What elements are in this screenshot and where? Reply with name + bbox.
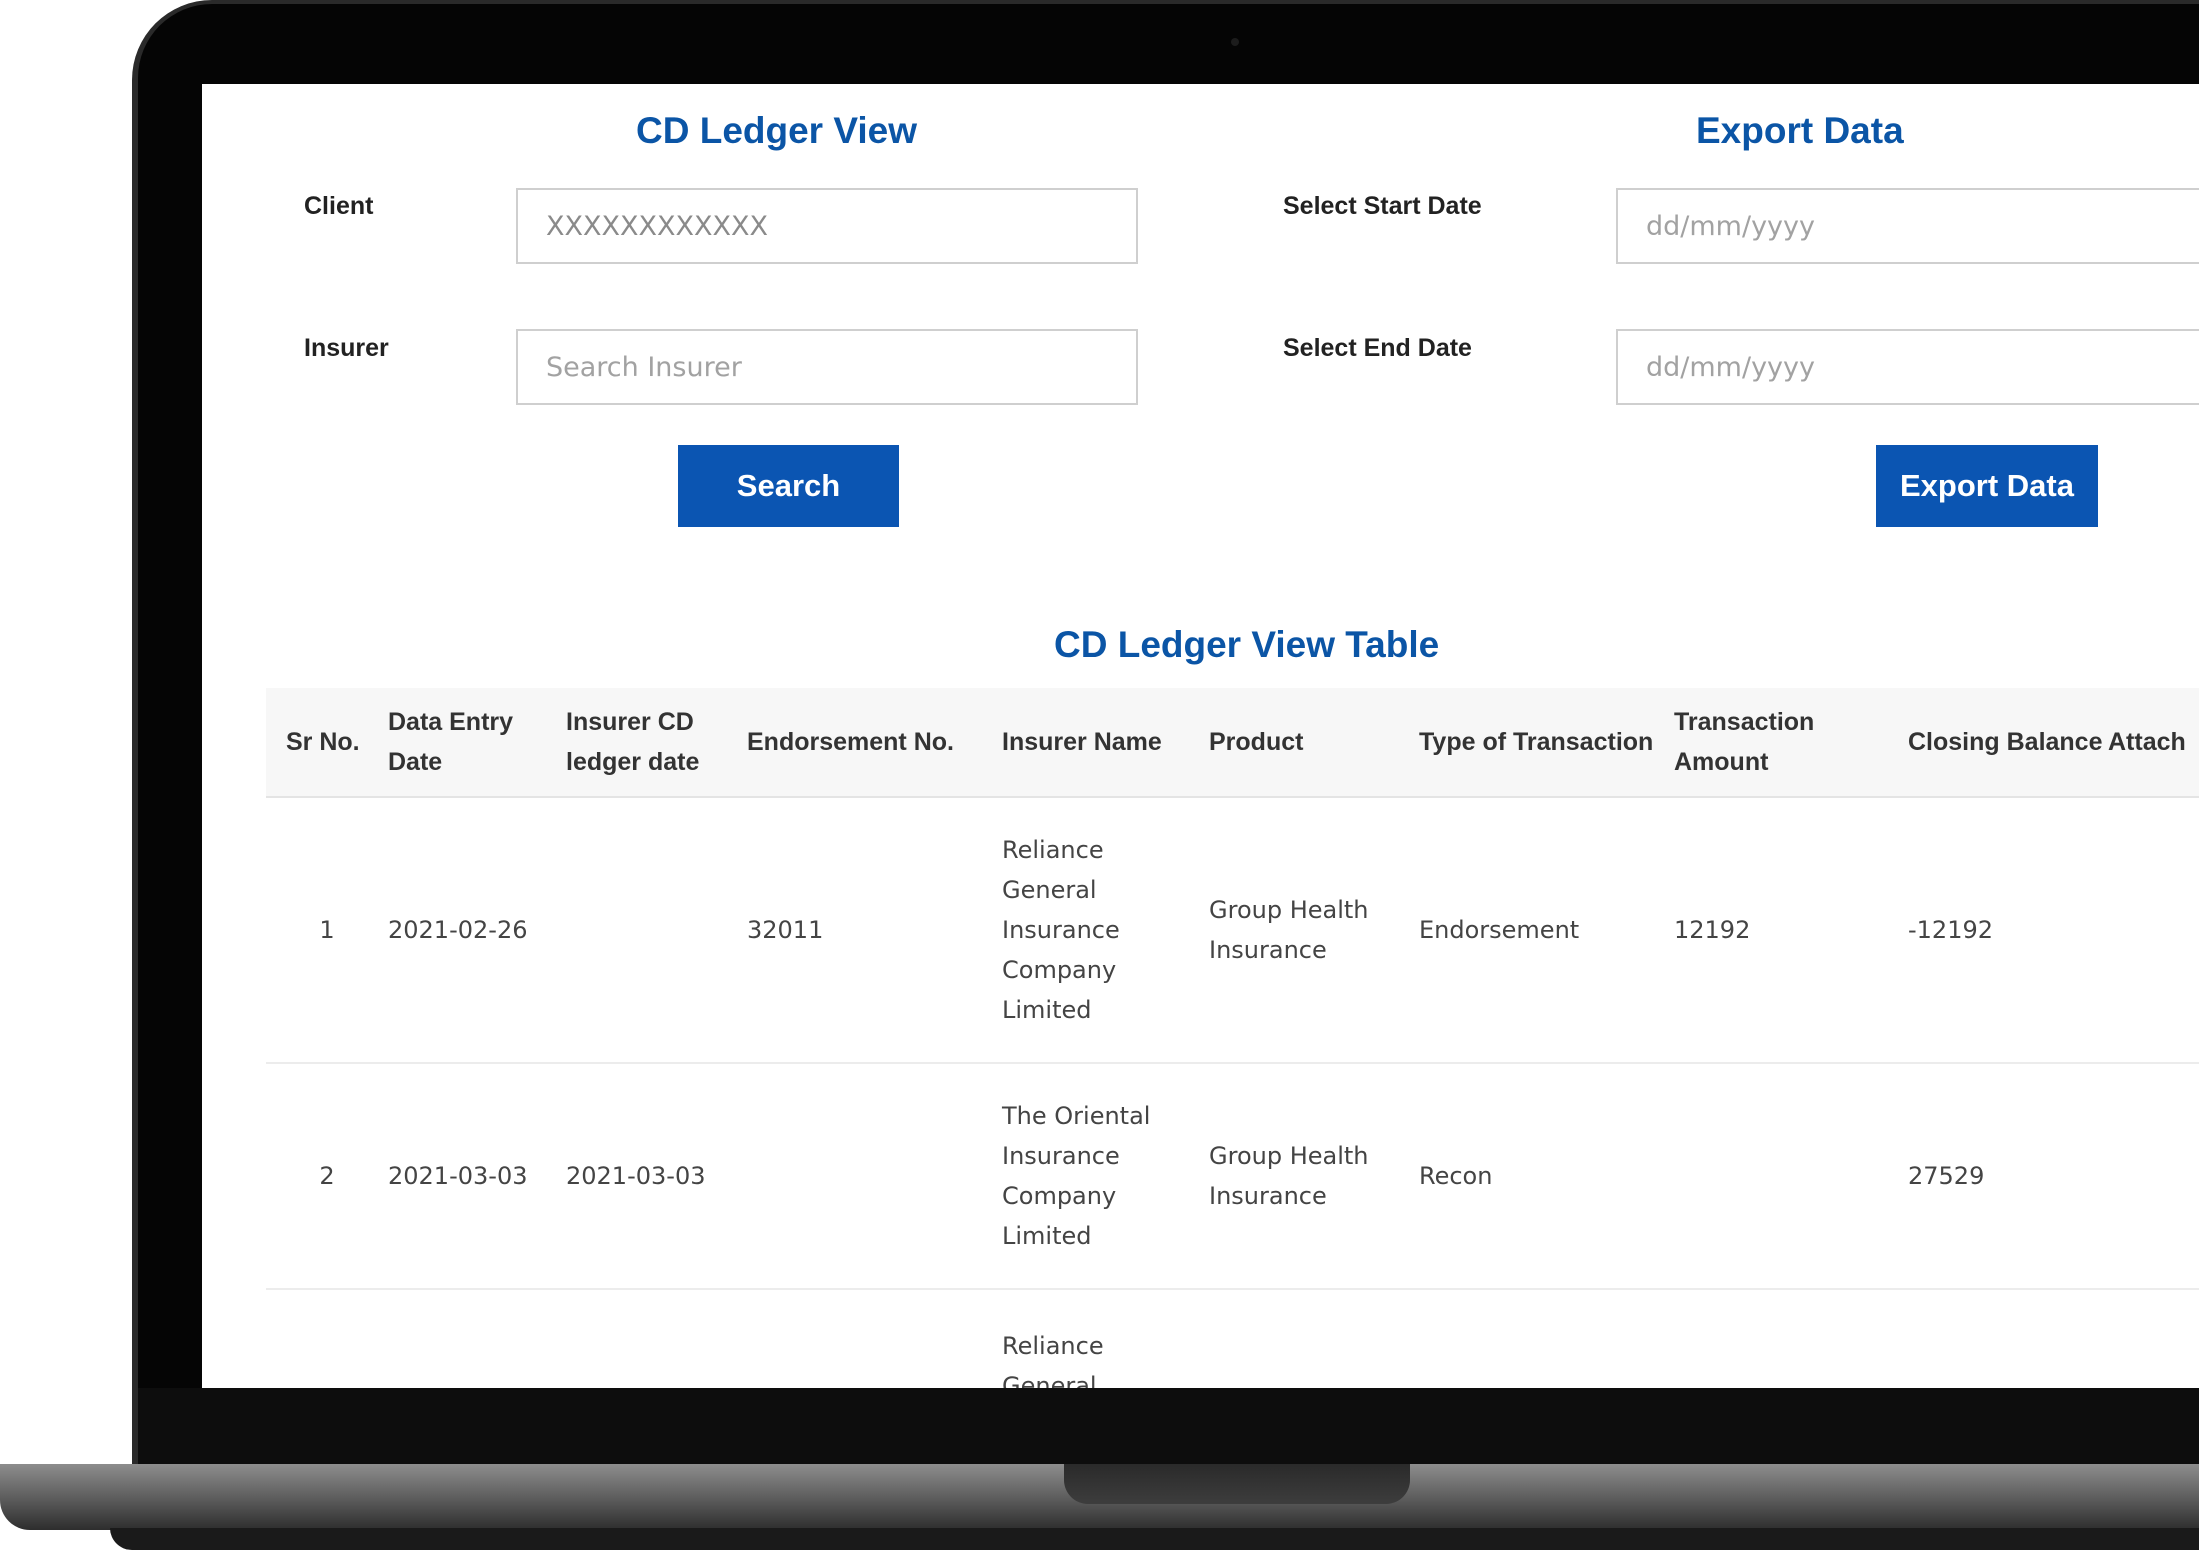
cell-type-of-transaction bbox=[1419, 1289, 1674, 1388]
cell-transaction-amount bbox=[1674, 1063, 1908, 1290]
cd-ledger-view-title: CD Ledger View bbox=[636, 110, 918, 151]
end-date-label: Select End Date bbox=[1283, 334, 1472, 362]
cell-type-of-transaction: Recon bbox=[1419, 1063, 1674, 1290]
ledger-table: Sr No. Data Entry Date Insurer CD ledger… bbox=[266, 688, 2199, 1388]
column-header-type-of-transaction: Type of Transaction bbox=[1419, 688, 1674, 798]
cell-endorsement-no bbox=[747, 1289, 1002, 1388]
column-header-closing-balance: Closing Balance bbox=[1908, 688, 2108, 798]
cell-product: Group Health Insurance bbox=[1209, 797, 1419, 1064]
end-date-field[interactable] bbox=[1616, 329, 2199, 405]
search-button[interactable]: Search bbox=[678, 445, 899, 527]
cell-insurer-name: Reliance General bbox=[1002, 1289, 1209, 1388]
column-header-endorsement-no: Endorsement No. bbox=[747, 688, 1002, 798]
column-header-insurer-name: Insurer Name bbox=[1002, 688, 1209, 798]
export-data-title: Export Data bbox=[1696, 110, 1904, 151]
export-data-button[interactable]: Export Data bbox=[1876, 445, 2098, 527]
laptop-chin bbox=[138, 1388, 2199, 1464]
cell-data-entry-date bbox=[388, 1289, 566, 1388]
cell-closing-balance bbox=[1908, 1289, 2108, 1388]
cell-data-entry-date: 2021-03-03 bbox=[388, 1063, 566, 1290]
cell-product: Group Health Insurance bbox=[1209, 1063, 1419, 1290]
app-screen: CD Ledger View Client Insurer Search Exp… bbox=[202, 84, 2199, 1388]
table-header-row: Sr No. Data Entry Date Insurer CD ledger… bbox=[266, 688, 2199, 798]
cell-closing-balance: 27529 bbox=[1908, 1063, 2108, 1290]
cell-product bbox=[1209, 1289, 1419, 1388]
cell-sr-no: 1 bbox=[266, 797, 388, 1064]
ledger-table-title: CD Ledger View Table bbox=[1054, 624, 1440, 665]
client-field[interactable] bbox=[516, 188, 1138, 264]
client-label: Client bbox=[304, 192, 374, 220]
cell-insurer-cd-ledger-date bbox=[566, 797, 747, 1064]
cell-type-of-transaction: Endorsement bbox=[1419, 797, 1674, 1064]
cell-closing-balance: -12192 bbox=[1908, 797, 2108, 1064]
cell-insurer-cd-ledger-date: 2021-03-03 bbox=[566, 1063, 747, 1290]
table-row[interactable]: Reliance General bbox=[266, 1289, 2199, 1388]
cell-insurer-cd-ledger-date bbox=[566, 1289, 747, 1388]
cell-sr-no bbox=[266, 1289, 388, 1388]
cell-attach bbox=[2108, 1289, 2199, 1388]
cell-attach bbox=[2108, 1063, 2199, 1290]
column-header-transaction-amount: Transaction Amount bbox=[1674, 688, 1908, 798]
camera-icon bbox=[1231, 38, 1239, 46]
start-date-field[interactable] bbox=[1616, 188, 2199, 264]
column-header-sr-no: Sr No. bbox=[266, 688, 388, 798]
ledger-table-container: Sr No. Data Entry Date Insurer CD ledger… bbox=[266, 688, 2199, 1388]
table-row[interactable]: 1 2021-02-26 32011 Reliance General Insu… bbox=[266, 797, 2199, 1064]
column-header-product: Product bbox=[1209, 688, 1419, 798]
cell-endorsement-no: 32011 bbox=[747, 797, 1002, 1064]
cell-transaction-amount bbox=[1674, 1289, 1908, 1388]
table-row[interactable]: 2 2021-03-03 2021-03-03 The Oriental Ins… bbox=[266, 1063, 2199, 1290]
cell-transaction-amount: 12192 bbox=[1674, 797, 1908, 1064]
column-header-data-entry-date: Data Entry Date bbox=[388, 688, 566, 798]
cell-endorsement-no bbox=[747, 1063, 1002, 1290]
insurer-label: Insurer bbox=[304, 334, 389, 362]
cell-attach bbox=[2108, 797, 2199, 1064]
cell-insurer-name: The Oriental Insurance Company Limited bbox=[1002, 1063, 1209, 1290]
cell-data-entry-date: 2021-02-26 bbox=[388, 797, 566, 1064]
cell-sr-no: 2 bbox=[266, 1063, 388, 1290]
column-header-insurer-cd-ledger-date: Insurer CD ledger date bbox=[566, 688, 747, 798]
column-header-attach: Attach bbox=[2108, 688, 2199, 798]
start-date-label: Select Start Date bbox=[1283, 192, 1482, 220]
laptop-base-foot bbox=[110, 1528, 2199, 1550]
cell-insurer-name: Reliance General Insurance Company Limit… bbox=[1002, 797, 1209, 1064]
insurer-search-input[interactable] bbox=[516, 329, 1138, 405]
laptop-notch bbox=[1064, 1464, 1410, 1504]
